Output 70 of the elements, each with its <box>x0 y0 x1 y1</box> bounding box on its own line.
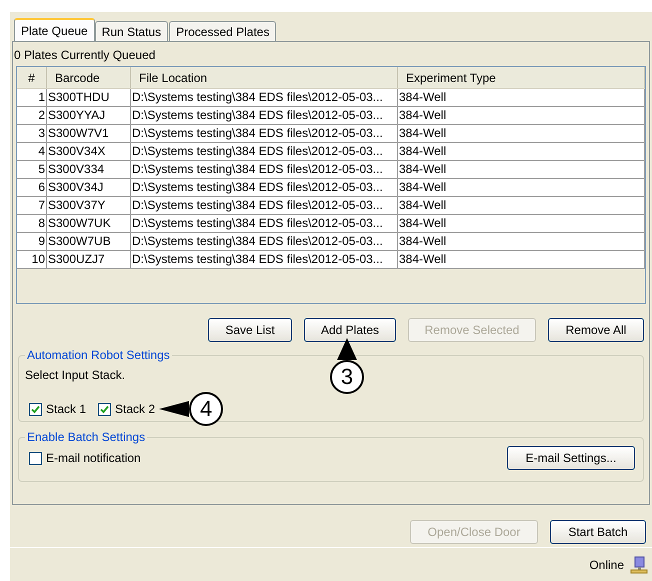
group-title: Automation Robot Settings <box>26 347 171 364</box>
tab[interactable]: Plate Queue <box>14 18 95 41</box>
table-cell: 384-Well <box>398 161 645 178</box>
table-cell: 384-Well <box>398 143 645 160</box>
table-cell: 8 <box>17 215 47 232</box>
queue-status-text: 0 Plates Currently Queued <box>13 47 156 64</box>
checkbox[interactable] <box>98 402 112 416</box>
table-cell: D:\Systems testing\384 EDS files\2012-05-03... <box>131 197 398 214</box>
table-cell: S300UZJ7 <box>47 251 131 268</box>
table-cell: 3 <box>17 125 47 142</box>
table-cell: S300YYAJ <box>47 107 131 124</box>
table-cell: 10 <box>17 251 47 268</box>
column-header[interactable]: Barcode <box>47 67 131 88</box>
callout-marker: 3 <box>330 360 364 394</box>
table-cell: S300V34J <box>47 179 131 196</box>
checkbox-label: Stack 1 <box>46 401 86 418</box>
table-cell: 384-Well <box>398 197 645 214</box>
tab[interactable]: Processed Plates <box>169 21 276 41</box>
table-cell: D:\Systems testing\384 EDS files\2012-05-03... <box>131 215 398 232</box>
button[interactable]: Add Plates <box>304 318 396 342</box>
button[interactable]: Save List <box>208 318 292 342</box>
button[interactable]: Remove All <box>548 318 644 342</box>
table-cell: 7 <box>17 197 47 214</box>
table-cell: D:\Systems testing\384 EDS files\2012-05-03... <box>131 161 398 178</box>
table-cell: S300W7V1 <box>47 125 131 142</box>
callout-marker: 4 <box>189 392 224 426</box>
table-cell: 6 <box>17 179 47 196</box>
table-cell: 5 <box>17 161 47 178</box>
tab[interactable]: Run Status <box>94 21 168 41</box>
checkbox[interactable] <box>29 452 42 464</box>
table-cell: S300THDU <box>47 89 131 106</box>
table-cell: 384-Well <box>398 251 645 268</box>
checkbox-label: E-mail notification <box>46 450 141 467</box>
check-icon <box>100 404 110 414</box>
table-cell: 384-Well <box>398 125 645 142</box>
table-cell: S300W7UB <box>47 233 131 250</box>
status-text: Online <box>589 556 624 574</box>
pointer-arrow-icon <box>337 338 357 360</box>
table-cell: 384-Well <box>398 233 645 250</box>
table-cell: 384-Well <box>398 107 645 124</box>
table-cell: 2 <box>17 107 47 124</box>
table-cell: S300W7UK <box>47 215 131 232</box>
table-cell: 4 <box>17 143 47 160</box>
check-icon <box>31 404 40 414</box>
table-cell: S300V34X <box>47 143 131 160</box>
table-cell: 384-Well <box>398 89 645 106</box>
table-cell: D:\Systems testing\384 EDS files\2012-05-03... <box>131 233 398 250</box>
table-cell: 9 <box>17 233 47 250</box>
checkbox-label: Stack 2 <box>115 401 156 418</box>
table-cell: 1 <box>17 89 47 106</box>
table-cell: D:\Systems testing\384 EDS files\2012-05-03... <box>131 89 398 106</box>
table-cell: S300V37Y <box>47 197 131 214</box>
button[interactable]: E-mail Settings... <box>507 446 635 470</box>
column-header[interactable]: File Location <box>131 67 398 88</box>
checkbox[interactable] <box>29 402 42 416</box>
table-cell: D:\Systems testing\384 EDS files\2012-05-03... <box>131 179 398 196</box>
network-icon <box>630 556 648 574</box>
stack-prompt: Select Input Stack. <box>25 367 126 384</box>
table-cell: S300V334 <box>47 161 131 178</box>
table-cell: 384-Well <box>398 179 645 196</box>
column-header[interactable]: Experiment Type <box>398 67 645 88</box>
table-cell: D:\Systems testing\384 EDS files\2012-05-03... <box>131 125 398 142</box>
column-header[interactable]: # <box>17 67 47 88</box>
group-title: Enable Batch Settings <box>26 429 146 446</box>
pointer-arrow-icon <box>159 401 190 417</box>
table-cell: 384-Well <box>398 215 645 232</box>
table-cell: D:\Systems testing\384 EDS files\2012-05-03... <box>131 251 398 268</box>
table-cell: D:\Systems testing\384 EDS files\2012-05-03... <box>131 143 398 160</box>
table-cell: D:\Systems testing\384 EDS files\2012-05-03... <box>131 107 398 124</box>
button[interactable]: Start Batch <box>550 520 646 544</box>
